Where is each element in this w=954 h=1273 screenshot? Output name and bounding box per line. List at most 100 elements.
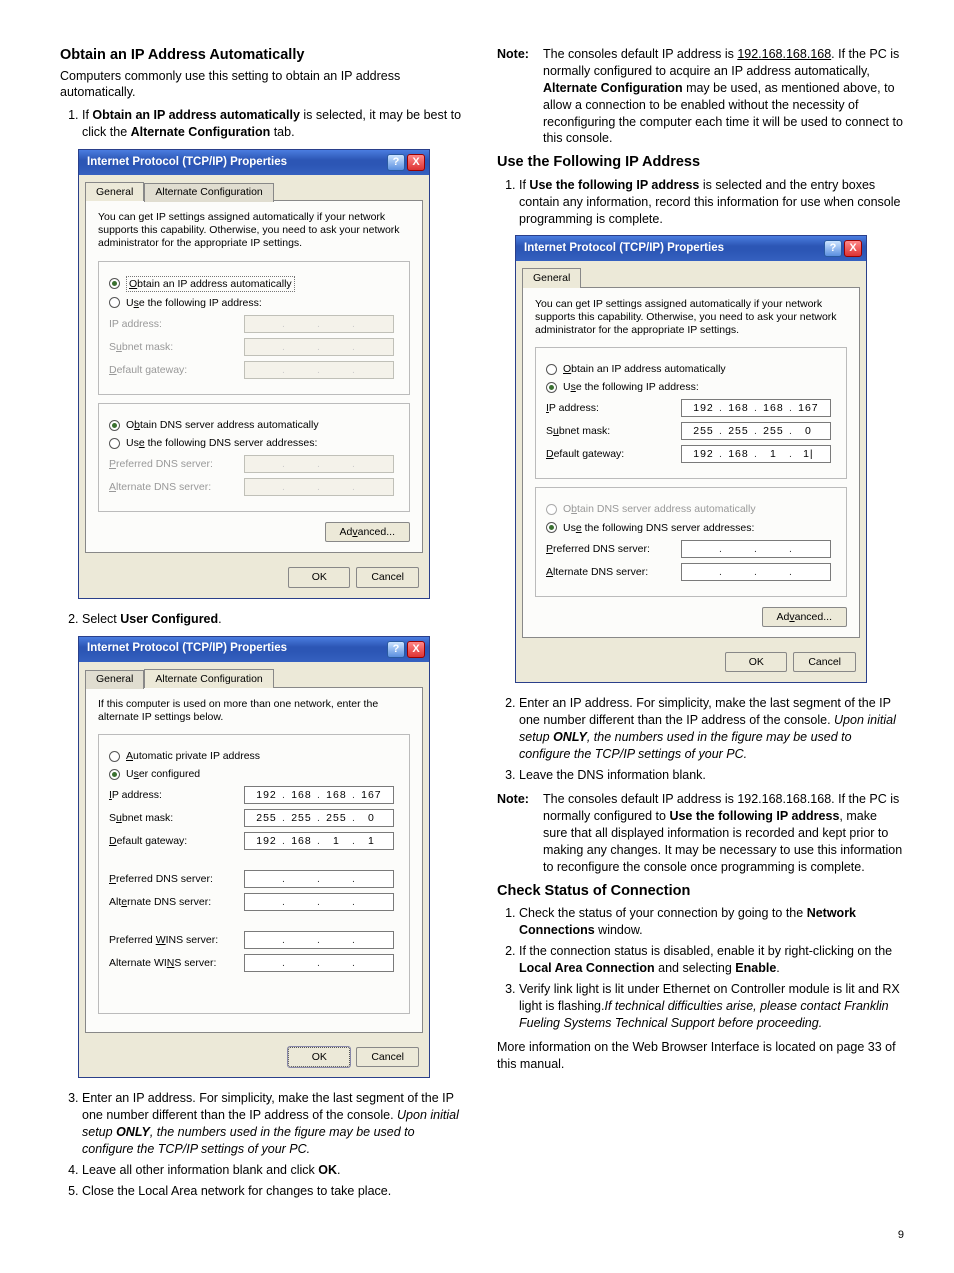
note-top: Note: The consoles default IP address is… xyxy=(497,46,904,147)
radio-use-dns[interactable] xyxy=(546,522,557,533)
dialog-titlebar: Internet Protocol (TCP/IP) Properties ? … xyxy=(79,150,429,175)
left-step-4: Leave all other information blank and cl… xyxy=(82,1162,467,1179)
gateway-input: ... xyxy=(244,361,394,379)
pref-dns-input[interactable]: ... xyxy=(681,540,831,558)
heading-use-following: Use the Following IP Address xyxy=(497,153,904,173)
label-alt-dns: Alternate DNS server: xyxy=(546,565,681,579)
tcpip-dialog-obtain-auto: Internet Protocol (TCP/IP) Properties ? … xyxy=(78,149,430,599)
radio-use-ip[interactable] xyxy=(109,297,120,308)
ok-button[interactable]: OK xyxy=(725,652,787,672)
dialog-titlebar: Internet Protocol (TCP/IP) Properties ? … xyxy=(79,637,429,662)
radio-user-configured[interactable] xyxy=(109,769,120,780)
tab-alternate[interactable]: Alternate Configuration xyxy=(144,183,273,202)
radio-use-dns-label: Use the following DNS server addresses: xyxy=(126,436,317,450)
dialog-title: Internet Protocol (TCP/IP) Properties xyxy=(524,241,822,257)
alt-dns-input[interactable]: ... xyxy=(681,563,831,581)
ok-button[interactable]: OK xyxy=(288,1047,350,1067)
pref-dns-input: ... xyxy=(244,455,394,473)
cancel-button[interactable]: Cancel xyxy=(793,652,856,672)
radio-use-ip-label: Use the following IP address: xyxy=(563,380,699,394)
label-subnet: Subnet mask: xyxy=(109,340,244,354)
radio-obtain-dns[interactable] xyxy=(109,420,120,431)
page-number: 9 xyxy=(60,1228,904,1243)
radio-use-ip-label: Use the following IP address: xyxy=(126,296,262,310)
radio-auto-private[interactable] xyxy=(109,751,120,762)
left-step-3: Enter an IP address. For simplicity, mak… xyxy=(82,1090,467,1158)
label-pref-dns: Preferred DNS server: xyxy=(109,457,244,471)
label-pref-dns: Preferred DNS server: xyxy=(546,542,681,556)
cancel-button[interactable]: Cancel xyxy=(356,567,419,587)
label-subnet: Subnet mask: xyxy=(546,424,681,438)
help-button[interactable]: ? xyxy=(387,641,405,658)
alt-wins-input[interactable]: ... xyxy=(244,954,394,972)
label-gateway: Default gateway: xyxy=(109,834,244,848)
heading-check-status: Check Status of Connection xyxy=(497,882,904,902)
right-step-1: If Use the following IP address is selec… xyxy=(519,177,904,228)
label-gateway: Default gateway: xyxy=(109,363,244,377)
pref-dns-input[interactable]: ... xyxy=(244,870,394,888)
dialog-desc: You can get IP settings assigned automat… xyxy=(98,211,410,250)
dialog-title: Internet Protocol (TCP/IP) Properties xyxy=(87,155,385,171)
check-step-2: If the connection status is disabled, en… xyxy=(519,943,904,977)
label-pref-dns: Preferred DNS server: xyxy=(109,872,244,886)
radio-user-configured-label: User configured xyxy=(126,767,200,781)
label-ip: IP address: xyxy=(109,788,244,802)
left-step-5: Close the Local Area network for changes… xyxy=(82,1183,467,1200)
tcpip-dialog-alt-config: Internet Protocol (TCP/IP) Properties ? … xyxy=(78,636,430,1079)
label-alt-wins: Alternate WINS server: xyxy=(109,956,244,970)
label-ip: IP address: xyxy=(109,317,244,331)
heading-obtain-ip: Obtain an IP Address Automatically xyxy=(60,46,467,66)
intro-text: Computers commonly use this setting to o… xyxy=(60,68,467,102)
gateway-input[interactable]: 192.168.1.1 xyxy=(244,832,394,850)
radio-use-dns-label: Use the following DNS server addresses: xyxy=(563,521,754,535)
subnet-input: ... xyxy=(244,338,394,356)
tab-general[interactable]: General xyxy=(85,182,144,201)
radio-obtain-ip-label: Obtain an IP address automatically xyxy=(563,362,726,376)
dialog-desc: You can get IP settings assigned automat… xyxy=(535,298,847,337)
gateway-input[interactable]: 192.168.1.1| xyxy=(681,445,831,463)
ip-input[interactable]: 192.168.168.167 xyxy=(244,786,394,804)
pref-wins-input[interactable]: ... xyxy=(244,931,394,949)
more-info-text: More information on the Web Browser Inte… xyxy=(497,1039,904,1073)
dialog-desc: If this computer is used on more than on… xyxy=(98,698,410,724)
radio-obtain-ip[interactable] xyxy=(546,364,557,375)
note-bottom: Note: The consoles default IP address is… xyxy=(497,791,904,875)
radio-obtain-dns xyxy=(546,504,557,515)
right-step-2: Enter an IP address. For simplicity, mak… xyxy=(519,695,904,763)
tcpip-dialog-use-following: Internet Protocol (TCP/IP) Properties ? … xyxy=(515,235,867,683)
advanced-button[interactable]: Advanced... xyxy=(325,522,410,542)
close-button[interactable]: X xyxy=(407,154,425,171)
tab-alternate[interactable]: Alternate Configuration xyxy=(144,669,273,688)
label-alt-dns: Alternate DNS server: xyxy=(109,895,244,909)
tab-general[interactable]: General xyxy=(522,268,581,287)
label-pref-wins: Preferred WINS server: xyxy=(109,933,244,947)
radio-obtain-ip-label: Obtain an IP address automatically xyxy=(126,276,295,292)
tab-general[interactable]: General xyxy=(85,670,144,689)
help-button[interactable]: ? xyxy=(824,240,842,257)
radio-obtain-ip[interactable] xyxy=(109,278,120,289)
check-step-1: Check the status of your connection by g… xyxy=(519,905,904,939)
help-button[interactable]: ? xyxy=(387,154,405,171)
close-button[interactable]: X xyxy=(407,641,425,658)
subnet-input[interactable]: 255.255.255.0 xyxy=(244,809,394,827)
radio-obtain-dns-label: Obtain DNS server address automatically xyxy=(563,502,756,516)
label-alt-dns: Alternate DNS server: xyxy=(109,480,244,494)
check-step-3: Verify link light is lit under Ethernet … xyxy=(519,981,904,1032)
radio-obtain-dns-label: Obtain DNS server address automatically xyxy=(126,418,319,432)
label-gateway: Default gateway: xyxy=(546,447,681,461)
left-step-2: Select User Configured. xyxy=(82,611,467,628)
label-subnet: Subnet mask: xyxy=(109,811,244,825)
close-button[interactable]: X xyxy=(844,240,862,257)
subnet-input[interactable]: 255.255.255.0 xyxy=(681,422,831,440)
radio-use-ip[interactable] xyxy=(546,382,557,393)
cancel-button[interactable]: Cancel xyxy=(356,1047,419,1067)
ip-input: ... xyxy=(244,315,394,333)
alt-dns-input[interactable]: ... xyxy=(244,893,394,911)
left-step-1: If Obtain an IP address automatically is… xyxy=(82,107,467,141)
radio-auto-private-label: Automatic private IP address xyxy=(126,749,260,763)
ok-button[interactable]: OK xyxy=(288,567,350,587)
alt-dns-input: ... xyxy=(244,478,394,496)
ip-input[interactable]: 192.168.168.167 xyxy=(681,399,831,417)
advanced-button[interactable]: Advanced... xyxy=(762,607,847,627)
radio-use-dns[interactable] xyxy=(109,438,120,449)
